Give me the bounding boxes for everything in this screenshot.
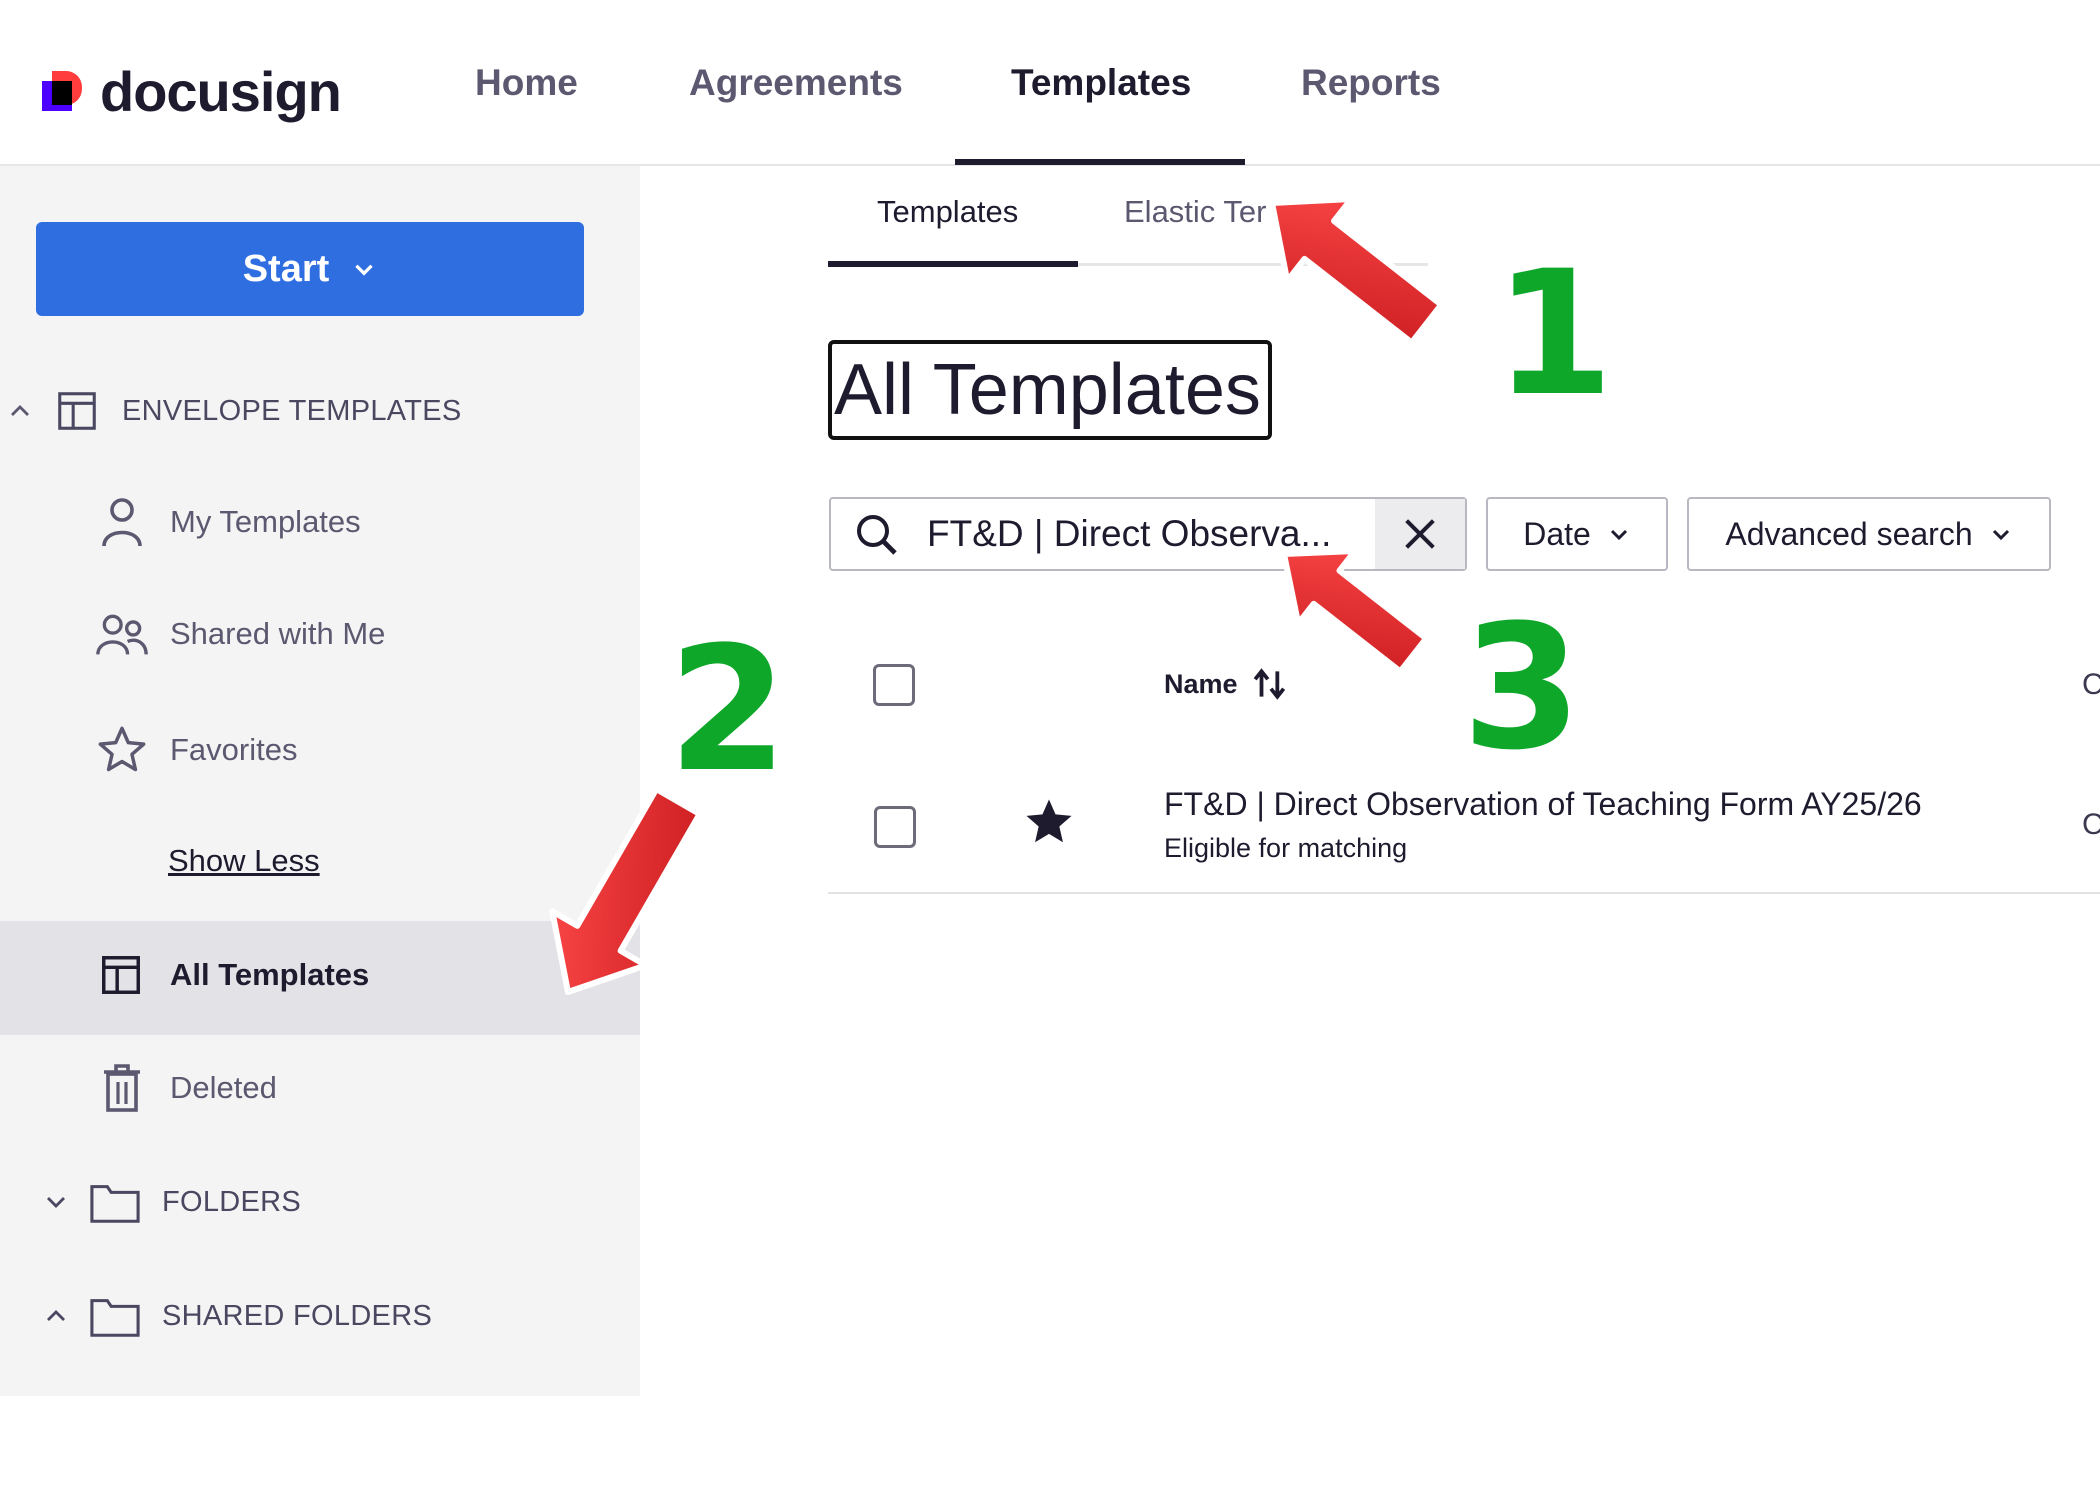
- annotation-arrow-2: [549, 785, 703, 995]
- annotation-arrow-1: [1269, 195, 1445, 346]
- annotation-number-1: 1: [1494, 233, 1614, 434]
- annotation-number-2: 2: [668, 609, 788, 810]
- annotation-arrow-3: [1281, 547, 1430, 675]
- annotation-arrows: [549, 195, 1445, 995]
- annotation-number-3: 3: [1462, 587, 1582, 788]
